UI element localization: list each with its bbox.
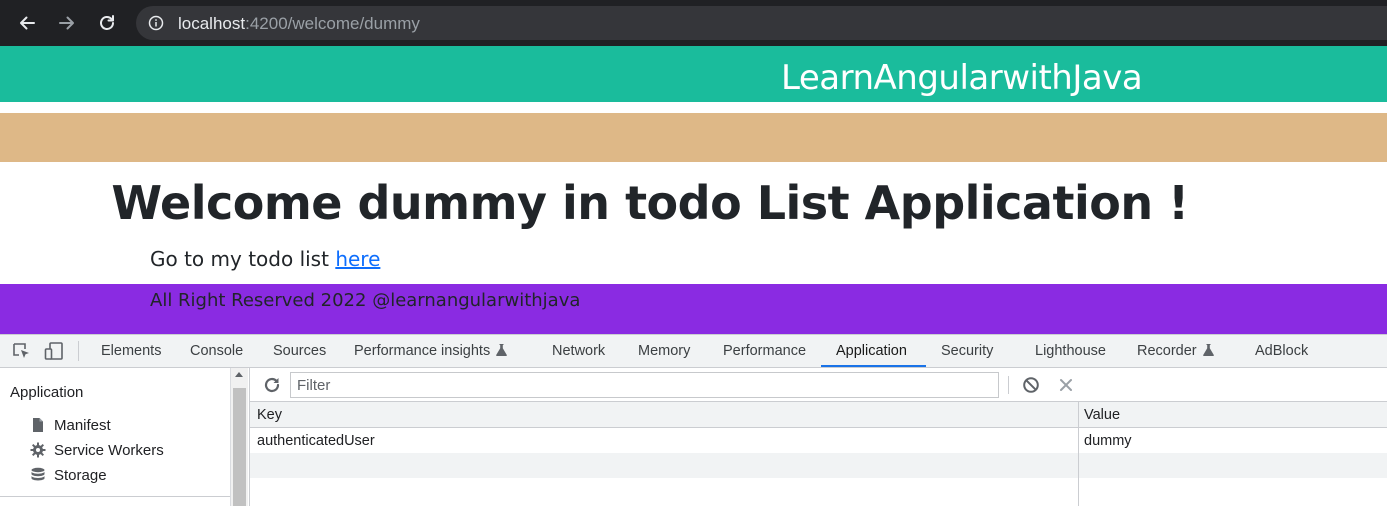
tab-console[interactable]: Console [190, 335, 243, 368]
footer: All Right Reserved 2022 @learnangularwit… [0, 284, 1387, 334]
sidebar-item-label: Storage [54, 466, 107, 484]
tab-sources[interactable]: Sources [273, 335, 326, 368]
tab-lighthouse[interactable]: Lighthouse [1035, 335, 1106, 368]
brand-title[interactable]: LearnAngularwithJava [781, 58, 1143, 98]
inspect-element-icon[interactable] [11, 341, 31, 361]
toolbar-divider [78, 341, 79, 361]
tab-security[interactable]: Security [941, 335, 993, 368]
todo-text: Go to my todo list [150, 247, 329, 271]
database-icon [31, 467, 45, 481]
storage-view: Key Value authenticatedUser dummy [249, 368, 1387, 506]
tab-recorder[interactable]: Recorder [1137, 335, 1214, 368]
reload-icon[interactable] [93, 9, 121, 37]
devtools-tab-bar: Elements Console Sources Performance ins… [0, 335, 1387, 368]
forward-icon[interactable] [53, 9, 81, 37]
todo-line: Go to my todo list here [150, 247, 380, 271]
clear-all-icon[interactable] [1022, 376, 1040, 394]
scrollbar-thumb[interactable] [233, 388, 246, 506]
key-value-table: Key Value authenticatedUser dummy [250, 402, 1387, 506]
sidebar-scrollbar[interactable] [230, 368, 248, 506]
toolbar-separator [1008, 376, 1009, 394]
column-header-value[interactable]: Value [1084, 402, 1120, 428]
column-header-key[interactable]: Key [257, 402, 282, 428]
back-icon[interactable] [13, 9, 41, 37]
url-text: localhost:4200/welcome/dummy [178, 14, 420, 33]
filter-input[interactable] [290, 372, 999, 398]
address-bar[interactable]: localhost:4200/welcome/dummy [136, 6, 1387, 40]
info-icon[interactable] [148, 15, 164, 31]
sidebar-item-label: Service Workers [54, 441, 164, 459]
tab-performance-insights[interactable]: Performance insights [354, 335, 508, 368]
welcome-heading: Welcome dummy in todo List Application ! [111, 176, 1189, 230]
browser-toolbar: localhost:4200/welcome/dummy [0, 0, 1387, 46]
tab-application[interactable]: Application [836, 335, 907, 368]
active-tab-indicator [821, 365, 926, 367]
flask-icon [496, 344, 508, 356]
devtools-panel: Elements Console Sources Performance ins… [0, 334, 1387, 506]
tab-adblock[interactable]: AdBlock [1255, 335, 1308, 368]
tab-recorder-label: Recorder [1137, 343, 1197, 359]
nav-band [0, 113, 1387, 162]
sidebar-heading[interactable]: Application [10, 384, 83, 401]
sidebar-item-service-workers[interactable]: Service Workers [30, 439, 164, 461]
app-header: LearnAngularwithJava [0, 46, 1387, 102]
refresh-icon[interactable] [262, 375, 282, 395]
sidebar-item-label: Manifest [54, 416, 111, 434]
gear-icon [30, 442, 46, 458]
sidebar-item-storage[interactable]: Storage [30, 464, 107, 486]
tab-elements[interactable]: Elements [101, 335, 161, 368]
application-sidebar: Application Manifest Service Workers Sto… [0, 368, 230, 506]
row-value[interactable]: dummy [1084, 428, 1132, 454]
sidebar-divider [0, 496, 230, 497]
column-divider [1078, 402, 1079, 506]
todo-link[interactable]: here [335, 247, 380, 271]
table-row[interactable]: authenticatedUser dummy [250, 428, 1387, 453]
flask-icon [1202, 344, 1214, 356]
table-header: Key Value [250, 402, 1387, 428]
delete-selected-icon[interactable] [1057, 376, 1075, 394]
storage-toolbar [250, 368, 1387, 402]
tab-memory[interactable]: Memory [638, 335, 690, 368]
tab-performance-insights-label: Performance insights [354, 343, 491, 359]
tab-performance[interactable]: Performance [723, 335, 806, 368]
tab-network[interactable]: Network [552, 335, 605, 368]
sidebar-item-manifest[interactable]: Manifest [30, 414, 111, 436]
footer-text: All Right Reserved 2022 @learnangularwit… [150, 290, 581, 311]
file-icon [33, 418, 43, 432]
scroll-up-icon[interactable] [235, 372, 243, 377]
device-toolbar-icon[interactable] [44, 341, 64, 361]
table-row-empty [250, 453, 1387, 478]
row-key[interactable]: authenticatedUser [257, 428, 375, 454]
